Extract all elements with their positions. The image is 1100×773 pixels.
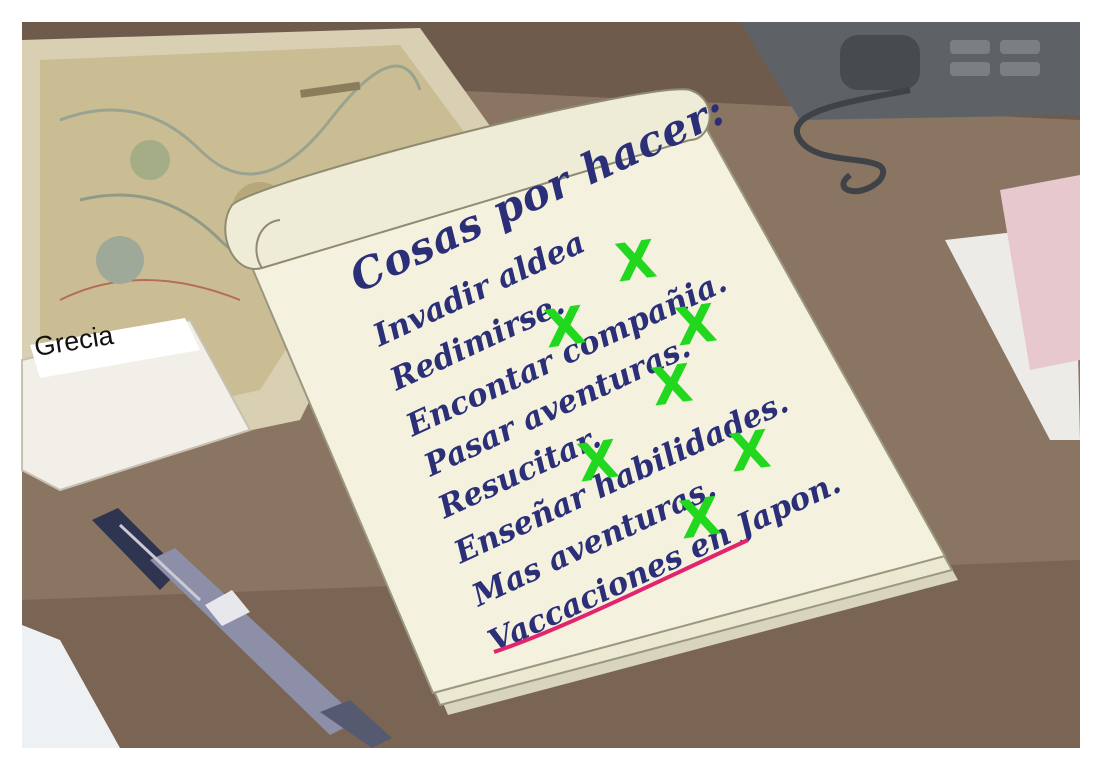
- check-mark: X: [574, 429, 623, 495]
- scene: Grecia Cosas por hacer: Invadir aldea Re…: [0, 0, 1100, 773]
- check-mark: X: [612, 229, 661, 295]
- strikethrough-line: [493, 538, 749, 654]
- check-mark: X: [672, 293, 721, 359]
- check-mark: X: [676, 486, 725, 552]
- check-mark: X: [541, 295, 590, 361]
- check-mark: X: [648, 353, 697, 419]
- check-mark: X: [726, 419, 775, 485]
